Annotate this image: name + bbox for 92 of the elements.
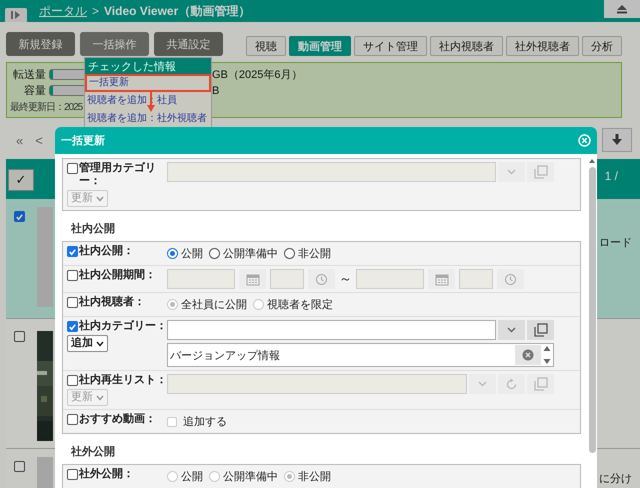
field-checkbox[interactable] bbox=[67, 321, 78, 332]
input-field[interactable] bbox=[167, 162, 496, 182]
field-label: 社内再生リスト： bbox=[79, 374, 167, 387]
first-page-link[interactable]: « bbox=[16, 132, 24, 148]
field-label: 管理用カテゴリー： bbox=[79, 162, 157, 188]
input-field[interactable] bbox=[167, 320, 496, 340]
usage-label: 転送量 bbox=[12, 68, 46, 82]
row-checkbox[interactable] bbox=[14, 331, 25, 342]
radio-label: 公開 bbox=[181, 247, 203, 261]
date-field[interactable] bbox=[356, 269, 424, 289]
field-label: 社内公開： bbox=[79, 245, 134, 258]
sidebar-toggle-icon[interactable] bbox=[5, 8, 27, 22]
chevron-icon bbox=[96, 394, 104, 400]
breadcrumb-link[interactable]: ポータル bbox=[39, 2, 87, 20]
radio-button[interactable] bbox=[284, 248, 295, 259]
nav-tab[interactable]: 社内視聴者 bbox=[430, 36, 503, 56]
section-heading: 社外公開 bbox=[71, 446, 116, 459]
toolbar-button[interactable]: 新規登録 bbox=[6, 32, 75, 56]
annotation-arrow bbox=[147, 90, 155, 112]
field-checkbox[interactable] bbox=[67, 270, 78, 281]
radio-button[interactable] bbox=[209, 248, 220, 259]
clock-icon[interactable] bbox=[308, 269, 335, 289]
row-text: に分け bbox=[599, 472, 632, 486]
radio-label: 視聴者を限定 bbox=[267, 298, 333, 312]
radio-label: 公開準備中 bbox=[223, 247, 278, 261]
field-label: 社内視聴者： bbox=[79, 296, 145, 309]
date-field[interactable] bbox=[167, 269, 235, 289]
radio-label: 公開準備中 bbox=[223, 470, 278, 484]
radio-label: 全社員に公開 bbox=[181, 298, 247, 312]
close-icon[interactable] bbox=[578, 134, 591, 147]
breadcrumb-separator: > bbox=[92, 4, 100, 18]
mode-select[interactable]: 追加 bbox=[67, 335, 108, 352]
menu-item[interactable]: 視聴者を追加：社外視聴者 bbox=[85, 110, 211, 128]
field-checkbox[interactable] bbox=[67, 469, 78, 480]
field-label: 社外公開： bbox=[79, 468, 134, 481]
previous-page-link[interactable]: < bbox=[35, 132, 43, 148]
time-field[interactable] bbox=[459, 269, 493, 289]
nav-tab[interactable]: 視聴 bbox=[246, 36, 286, 56]
usage-reading: GB（2025年6月） bbox=[212, 68, 302, 82]
download-button[interactable] bbox=[602, 128, 632, 152]
calendar-icon[interactable] bbox=[428, 269, 455, 289]
check-all-button[interactable]: ✓ bbox=[8, 169, 34, 191]
option-label: 追加する bbox=[183, 415, 227, 429]
chevron-icon bbox=[96, 196, 104, 202]
option-checkbox[interactable] bbox=[167, 416, 177, 426]
nav-tab[interactable]: 分析 bbox=[582, 36, 622, 56]
field-label: 社内公開期間： bbox=[79, 269, 156, 282]
radio-label: 公開 bbox=[181, 470, 203, 484]
last-updated: 最終更新日：2025 bbox=[10, 100, 82, 114]
usage-reading: B bbox=[212, 84, 220, 96]
header-text: 1 / bbox=[604, 169, 618, 183]
clock-icon[interactable] bbox=[497, 269, 524, 289]
range-separator: ～ bbox=[339, 270, 352, 288]
dropdown-icon[interactable] bbox=[469, 374, 496, 394]
clear-icon[interactable] bbox=[515, 345, 541, 365]
value-item[interactable]: バージョンアップ情報 bbox=[170, 348, 280, 362]
radio-label: 非公開 bbox=[298, 470, 331, 484]
chevron-icon bbox=[96, 340, 104, 346]
nav-tab[interactable]: サイト管理 bbox=[354, 36, 427, 56]
toolbar-button[interactable]: 一括操作 bbox=[80, 32, 149, 56]
dropdown-icon[interactable] bbox=[498, 162, 525, 182]
radio-label: 非公開 bbox=[298, 247, 331, 261]
collapse-icon[interactable] bbox=[604, 0, 640, 18]
toolbar-button[interactable]: 共通設定 bbox=[154, 32, 223, 56]
field-checkbox[interactable] bbox=[67, 297, 78, 308]
calendar-icon[interactable] bbox=[239, 269, 266, 289]
field-label: おすすめ動画： bbox=[79, 413, 156, 426]
scrollbar-thumb[interactable] bbox=[588, 167, 596, 453]
download-icon bbox=[612, 134, 622, 146]
menu-header: チェックした情報 bbox=[85, 58, 211, 74]
row-checkbox[interactable] bbox=[14, 461, 25, 472]
field-checkbox[interactable] bbox=[67, 246, 78, 257]
row-checkbox[interactable] bbox=[14, 211, 25, 222]
list-scroll-arrows-icon[interactable] bbox=[541, 344, 553, 366]
input-field[interactable] bbox=[167, 374, 467, 394]
page-title: Video Viewer（動画管理） bbox=[104, 2, 250, 20]
refresh-icon[interactable] bbox=[498, 374, 525, 394]
scroll-up-icon[interactable] bbox=[588, 158, 596, 164]
field-checkbox[interactable] bbox=[67, 375, 78, 386]
menu-item[interactable]: 一括更新 bbox=[85, 74, 211, 92]
time-field[interactable] bbox=[270, 269, 304, 289]
field-checkbox[interactable] bbox=[67, 414, 78, 425]
dialog-title: 一括更新 bbox=[61, 134, 105, 148]
nav-tab[interactable]: 社外視聴者 bbox=[506, 36, 579, 56]
field-checkbox[interactable] bbox=[67, 163, 78, 174]
nav-tab[interactable]: 動画管理 bbox=[289, 36, 351, 56]
field-label: 社内カテゴリー： bbox=[79, 320, 167, 333]
radio-button[interactable] bbox=[167, 248, 178, 259]
section-heading: 社内公開 bbox=[71, 223, 116, 236]
row-text: ロード bbox=[599, 236, 632, 250]
copy-icon[interactable] bbox=[527, 320, 554, 340]
usage-label: 容量 bbox=[23, 84, 46, 98]
